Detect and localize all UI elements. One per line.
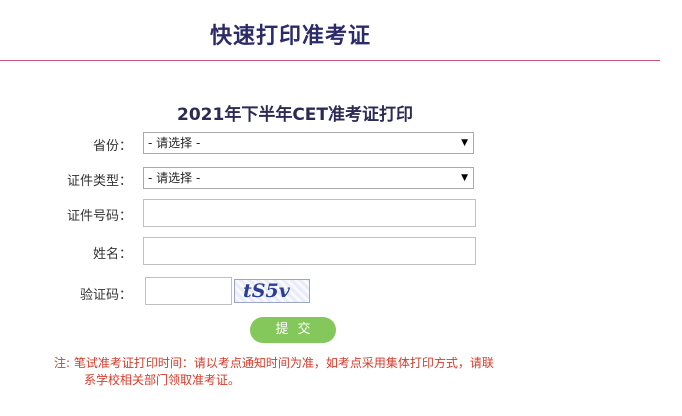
submit-button[interactable]: 提交	[250, 317, 336, 343]
name-input[interactable]	[143, 237, 476, 265]
chevron-down-icon: ▼	[461, 173, 468, 183]
notice-text: 注: 笔试准考证打印时间：请以考点通知时间为准，如考点采用集体打印方式，请联 系…	[54, 355, 614, 389]
id-number-label: 证件号码：	[66, 209, 132, 224]
page-title: 快速打印准考证	[210, 24, 372, 49]
form-title: 2021年下半年CET准考证打印	[177, 105, 413, 125]
captcha-text: tS5v	[243, 280, 290, 302]
province-label: 省份：	[92, 139, 132, 154]
header-divider	[0, 60, 660, 61]
province-select-value: - 请选择 -	[148, 136, 201, 150]
id-number-input[interactable]	[143, 199, 476, 227]
province-select[interactable]: - 请选择 - ▼	[143, 132, 474, 154]
notice-line-1: 注: 笔试准考证打印时间：请以考点通知时间为准，如考点采用集体打印方式，请联	[54, 356, 494, 370]
id-type-label: 证件类型：	[66, 174, 132, 189]
captcha-image[interactable]: tS5v	[234, 279, 310, 303]
name-label: 姓名：	[92, 247, 132, 262]
id-type-select-value: - 请选择 -	[148, 171, 201, 185]
captcha-input[interactable]	[145, 277, 232, 305]
chevron-down-icon: ▼	[461, 138, 468, 148]
captcha-label: 验证码：	[79, 288, 132, 303]
notice-line-2: 系学校相关部门领取准考证。	[84, 373, 241, 387]
id-type-select[interactable]: - 请选择 - ▼	[143, 167, 474, 189]
